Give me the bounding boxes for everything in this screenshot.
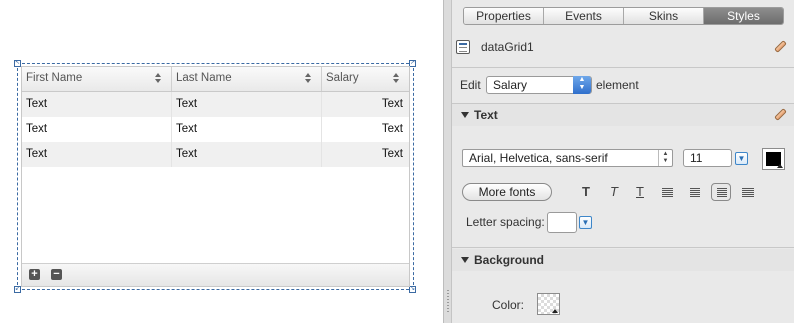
more-fonts-button[interactable]: More fonts	[462, 183, 552, 201]
justify-button[interactable]	[738, 183, 758, 201]
align-left-icon	[662, 188, 673, 197]
table-cell: Text	[22, 92, 172, 117]
select-arrows-icon: ▲ ▼	[573, 76, 591, 94]
align-center-icon	[690, 188, 700, 197]
resize-handle-bottom-right[interactable]: ↘	[409, 286, 416, 293]
font-size-value: 11	[690, 151, 703, 165]
background-color-label: Color:	[492, 298, 525, 312]
align-right-icon	[717, 188, 727, 197]
table-cell: Text	[381, 123, 403, 135]
tab-events[interactable]: Events	[544, 8, 624, 24]
disclosure-triangle-icon[interactable]	[461, 257, 469, 263]
grid-footer: + −	[22, 263, 409, 286]
font-size-field[interactable]: 11	[683, 149, 732, 167]
letter-spacing-label: Letter spacing:	[466, 215, 545, 229]
background-color-swatch[interactable]	[537, 293, 560, 315]
column-header-salary[interactable]: Salary	[322, 67, 409, 91]
justify-icon	[742, 188, 754, 197]
color-menu-icon	[777, 164, 783, 168]
underline-icon: T	[636, 184, 644, 199]
element-select[interactable]: Salary ▲ ▼	[486, 76, 592, 94]
column-header-label: Salary	[326, 72, 359, 84]
resize-handle-top-left[interactable]: ↖	[14, 60, 21, 67]
inspector-tabs: Properties Events Skins Styles	[463, 7, 784, 25]
splitter-grip-icon[interactable]	[447, 290, 449, 314]
font-family-value: Arial, Helvetica, sans-serif	[469, 151, 608, 165]
tab-styles[interactable]: Styles	[704, 8, 783, 24]
resize-handle-bottom-left[interactable]: ↙	[14, 286, 21, 293]
font-family-select[interactable]: Arial, Helvetica, sans-serif ▲ ▼	[462, 149, 673, 167]
column-header-last-name[interactable]: Last Name	[172, 67, 322, 91]
underline-button[interactable]: T	[630, 183, 650, 201]
table-cell: Text	[381, 148, 403, 160]
datagrid-icon	[456, 40, 470, 54]
letter-spacing-dropdown-icon[interactable]: ▼	[579, 216, 592, 229]
inspector-panel: Properties Events Skins Styles dataGrid1…	[452, 0, 794, 323]
table-cell: Text	[381, 98, 403, 110]
table-row[interactable]: Text Text Text	[22, 92, 409, 117]
table-cell: Text	[22, 142, 172, 167]
table-row[interactable]: Text Text Text	[22, 117, 409, 142]
table-cell: Text	[172, 142, 322, 167]
table-cell: Text	[172, 117, 322, 142]
column-header-label: First Name	[26, 72, 83, 84]
table-cell: Text	[22, 117, 172, 142]
table-cell: Text	[172, 92, 322, 117]
background-section-header[interactable]: Background	[452, 249, 794, 271]
sort-icon[interactable]	[305, 73, 312, 85]
italic-button[interactable]: T	[604, 183, 624, 201]
resize-handle-top-right[interactable]: ↗	[409, 60, 416, 67]
sort-icon[interactable]	[393, 73, 400, 85]
text-section-header[interactable]: Text	[452, 104, 794, 126]
add-row-icon[interactable]: +	[29, 269, 40, 280]
element-select-value: Salary	[493, 78, 528, 92]
tab-skins[interactable]: Skins	[624, 8, 704, 24]
edit-label: Edit	[460, 78, 481, 92]
divider	[452, 247, 794, 248]
sort-icon[interactable]	[155, 73, 162, 85]
align-right-button[interactable]	[711, 183, 731, 201]
tab-properties[interactable]: Properties	[464, 8, 544, 24]
disclosure-triangle-icon[interactable]	[461, 112, 469, 118]
grid-header: First Name Last Name Salary	[22, 67, 409, 92]
divider	[452, 67, 794, 68]
letter-spacing-field[interactable]	[547, 212, 577, 233]
color-menu-icon	[552, 309, 558, 313]
font-size-dropdown-icon[interactable]: ▼	[735, 152, 748, 165]
data-grid[interactable]: First Name Last Name Salary Text Text Te…	[21, 66, 410, 287]
clear-style-pencil-icon[interactable]	[771, 106, 787, 122]
splitter[interactable]	[443, 0, 452, 323]
align-center-button[interactable]	[685, 183, 705, 201]
section-title: Text	[474, 108, 498, 122]
italic-icon: T	[610, 184, 618, 199]
text-color-swatch[interactable]	[762, 148, 785, 170]
table-row[interactable]: Text Text Text	[22, 142, 409, 167]
align-left-button[interactable]	[658, 183, 678, 201]
section-title: Background	[474, 253, 545, 267]
column-header-label: Last Name	[176, 72, 232, 84]
element-label: element	[596, 78, 639, 92]
bold-icon: T	[582, 184, 590, 199]
component-name: dataGrid1	[481, 40, 534, 54]
edit-pencil-icon[interactable]	[771, 38, 787, 54]
component-title-row: dataGrid1	[456, 38, 790, 60]
design-canvas[interactable]: ↖ ↗ ↙ ↘ First Name Last Name Salary Text…	[0, 0, 443, 323]
remove-row-icon[interactable]: −	[51, 269, 62, 280]
select-arrows-icon: ▲ ▼	[658, 150, 672, 166]
bold-button[interactable]: T	[576, 183, 596, 201]
column-header-first-name[interactable]: First Name	[22, 67, 172, 91]
